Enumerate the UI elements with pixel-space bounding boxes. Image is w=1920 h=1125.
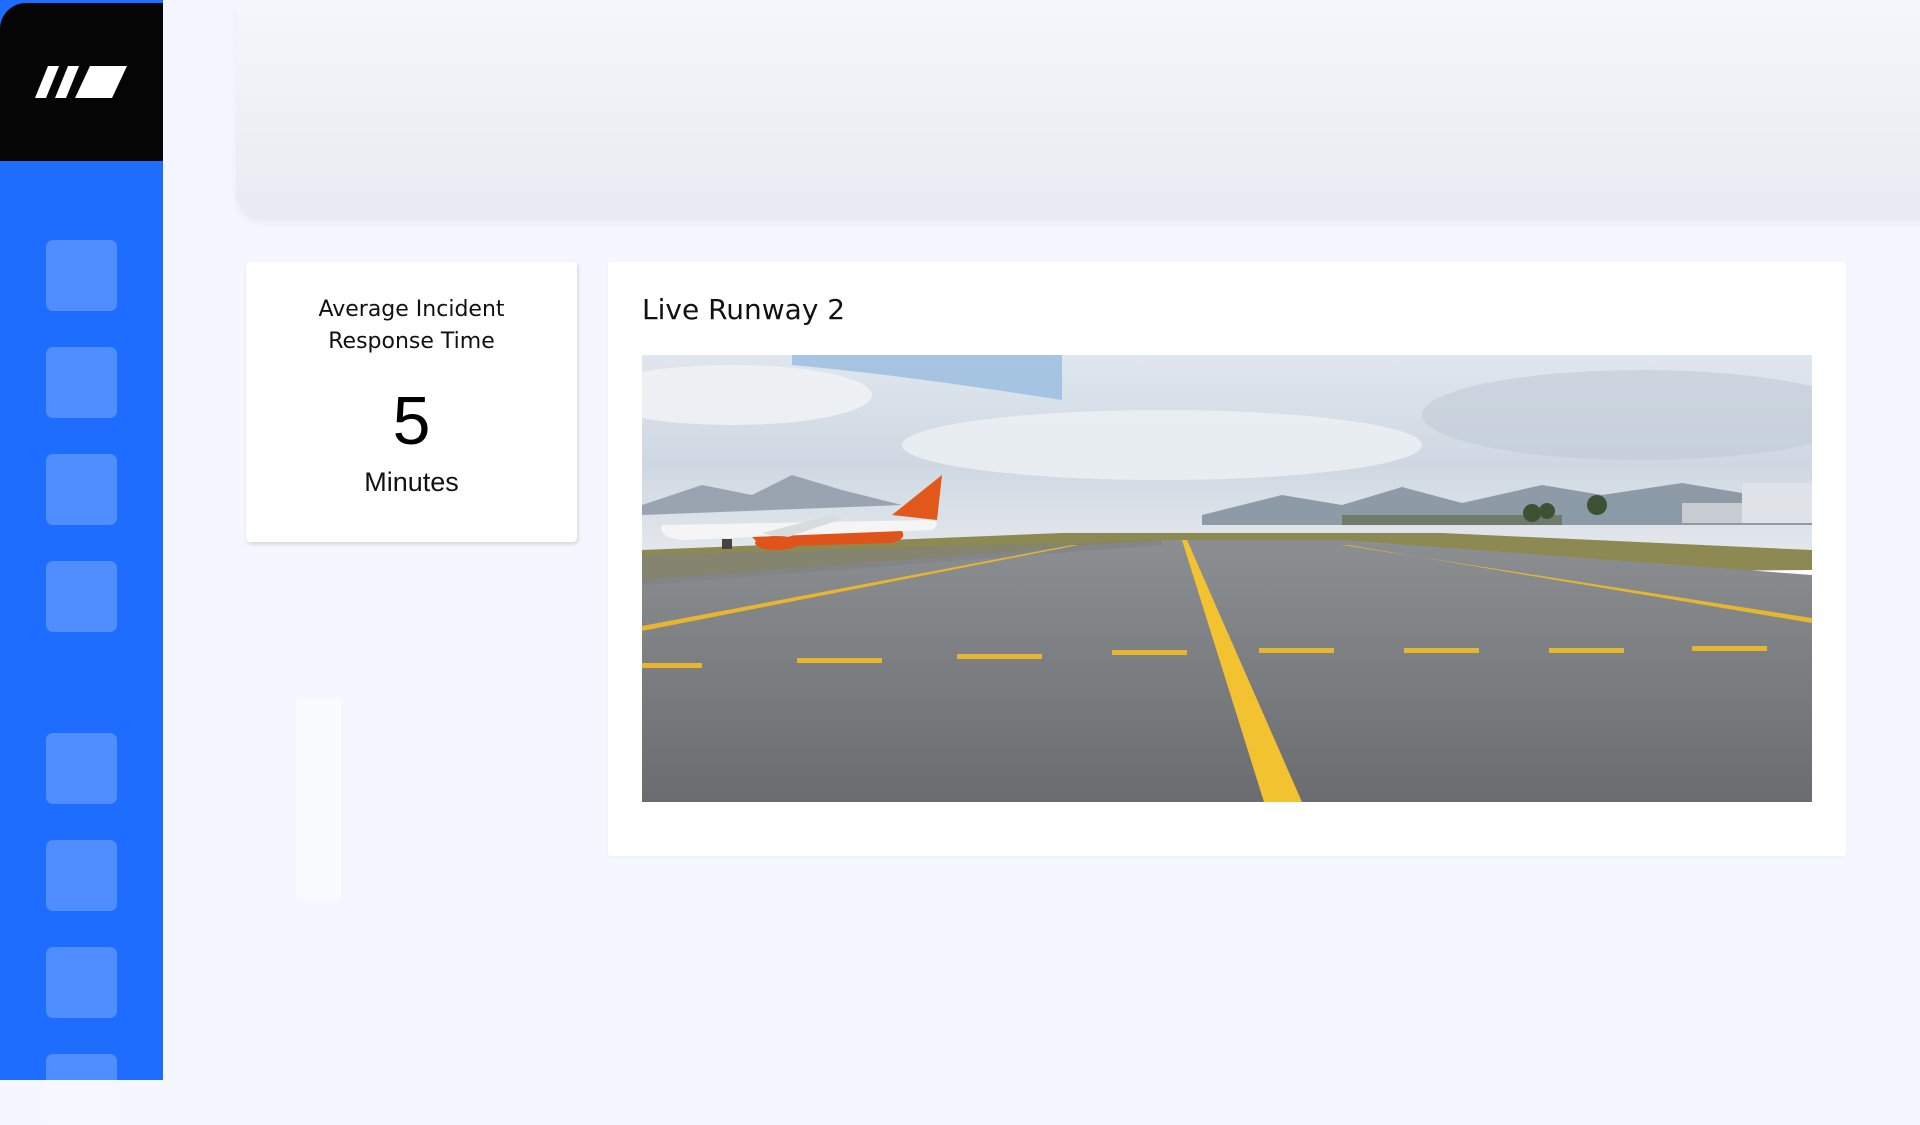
- kpi-title: Average Incident Response Time: [318, 297, 505, 354]
- runway-title: Live Runway 2: [642, 293, 846, 326]
- sidebar-item-3[interactable]: [46, 454, 117, 525]
- sidebar-item-6[interactable]: [46, 840, 117, 911]
- sidebar-item-7[interactable]: [46, 947, 117, 1018]
- kpi-value: 5: [392, 383, 431, 459]
- sidebar-item-5[interactable]: [46, 733, 117, 804]
- sidebar-item-1[interactable]: [46, 240, 117, 311]
- runway-image: [642, 355, 1812, 802]
- top-header: [236, 3, 1920, 220]
- sidebar: [0, 0, 163, 1125]
- sidebar-item-2[interactable]: [46, 347, 117, 418]
- kpi-unit: Minutes: [364, 467, 459, 497]
- runway-panel: Live Runway 2: [608, 262, 1846, 856]
- brand-logo-icon: [35, 66, 127, 98]
- placeholder-bar: [296, 699, 341, 899]
- kpi-card-response-time: Average Incident Response Time 5 Minutes: [246, 262, 577, 542]
- brand-logo[interactable]: [0, 3, 163, 161]
- sidebar-item-4[interactable]: [46, 561, 117, 632]
- sidebar-item-8[interactable]: [46, 1054, 117, 1125]
- runway-camera-feed[interactable]: [642, 355, 1812, 802]
